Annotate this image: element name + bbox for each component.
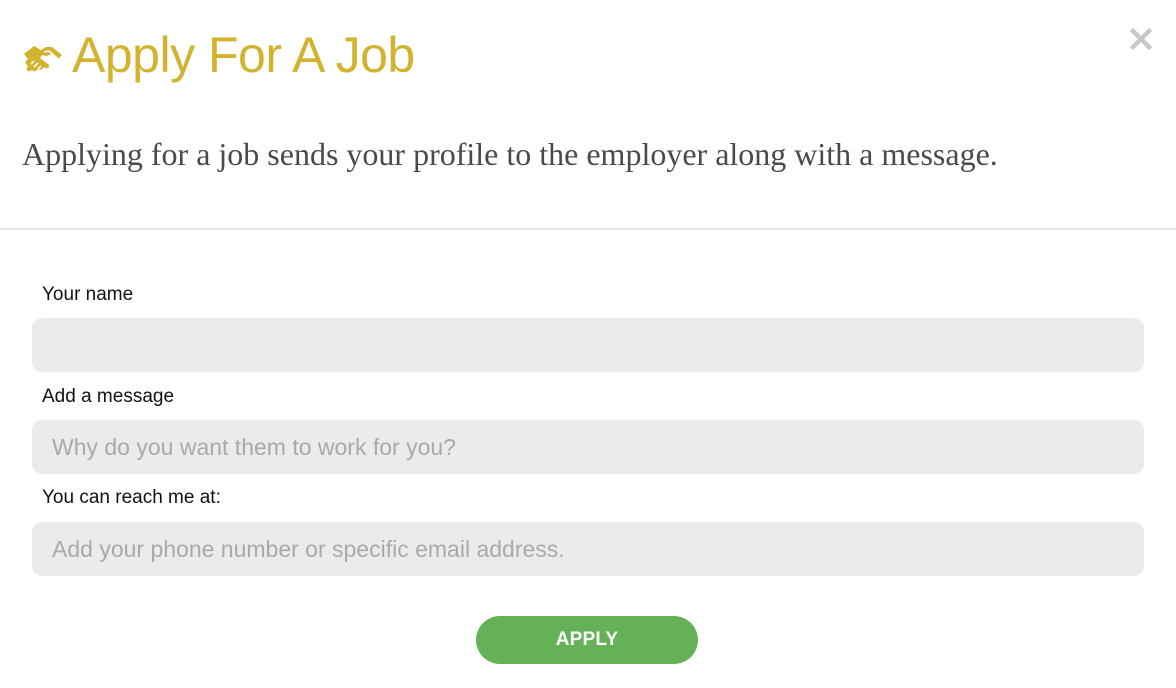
apply-job-dialog: Apply For A Job Applying for a job sends… [0, 0, 1176, 688]
message-field-label: Add a message [42, 386, 175, 407]
header-divider [0, 228, 1176, 230]
contact-field-label: You can reach me at: [42, 487, 221, 508]
apply-button[interactable]: APPLY [476, 616, 698, 664]
close-icon[interactable] [1126, 24, 1156, 54]
name-field-label: Your name [42, 284, 134, 305]
contact-input[interactable] [32, 522, 1144, 576]
message-input[interactable] [32, 420, 1144, 474]
name-input[interactable] [32, 318, 1144, 372]
dialog-subtitle: Applying for a job sends your profile to… [22, 136, 998, 172]
handshake-icon [24, 46, 62, 72]
dialog-title: Apply For A Job [72, 27, 415, 83]
dialog-header: Apply For A Job Applying for a job sends… [0, 0, 1176, 229]
title-row: Apply For A Job [22, 24, 415, 86]
